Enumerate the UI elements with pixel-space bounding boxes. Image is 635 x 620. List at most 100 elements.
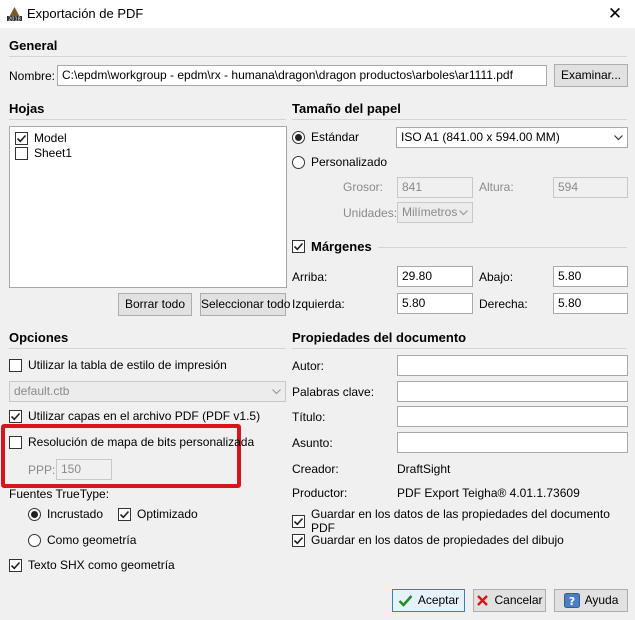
- radio-dot-icon: [31, 510, 38, 518]
- standard-radio-group[interactable]: Estándar: [292, 130, 359, 144]
- geometry-radio[interactable]: [28, 533, 41, 547]
- paper-size-heading: Tamaño del papel: [292, 101, 401, 116]
- title-label: Título:: [292, 410, 326, 424]
- custom-label: Personalizado: [311, 155, 388, 169]
- style-table-toggle[interactable]: Utilizar la tabla de estilo de impresión: [9, 358, 227, 372]
- list-item-label: Model: [34, 131, 67, 145]
- bottom-margin-label: Abajo:: [479, 270, 514, 284]
- highlight-box: [1, 424, 241, 488]
- margins-checkbox[interactable]: [292, 240, 305, 253]
- top-margin-input[interactable]: 29.80: [397, 266, 473, 287]
- custom-radio[interactable]: [292, 155, 305, 169]
- left-margin-input[interactable]: 5.80: [397, 293, 473, 314]
- units-value: Milímetros: [402, 205, 458, 219]
- close-icon[interactable]: ✕: [604, 3, 626, 25]
- svg-text:2018: 2018: [8, 17, 21, 23]
- right-margin-input[interactable]: 5.80: [553, 293, 628, 314]
- bottom-margin-input[interactable]: 5.80: [553, 266, 628, 287]
- keywords-input[interactable]: [397, 381, 628, 402]
- list-item[interactable]: Sheet1: [15, 146, 72, 160]
- browse-button[interactable]: Examinar...: [554, 64, 628, 87]
- divider: [9, 119, 286, 120]
- embedded-radio-group[interactable]: Incrustado: [28, 507, 103, 521]
- help-button[interactable]: ? Ayuda: [554, 589, 628, 612]
- custom-bitmap-toggle[interactable]: Resolución de mapa de bits personalizada: [9, 435, 254, 449]
- sheets-heading: Hojas: [9, 101, 45, 116]
- general-heading: General: [9, 38, 58, 53]
- shx-geometry-label: Texto SHX como geometría: [28, 558, 175, 572]
- name-label: Nombre:: [9, 69, 56, 83]
- author-input[interactable]: [397, 355, 628, 376]
- app-icon: 2018: [6, 5, 23, 23]
- height-label: Altura:: [479, 180, 514, 194]
- divider: [378, 247, 627, 248]
- options-heading: Opciones: [9, 330, 69, 345]
- pdf-layers-toggle[interactable]: Utilizar capas en el archivo PDF (PDF v1…: [9, 409, 260, 423]
- cancel-x-icon: [477, 595, 489, 606]
- optimized-toggle[interactable]: Optimizado: [118, 507, 198, 521]
- pdf-layers-label: Utilizar capas en el archivo PDF (PDF v1…: [28, 409, 261, 423]
- author-label: Autor:: [292, 359, 325, 373]
- style-table-value: default.ctb: [14, 384, 70, 398]
- save-doc-props-checkbox[interactable]: [292, 514, 305, 528]
- style-table-label: Utilizar la tabla de estilo de impresión: [28, 358, 227, 372]
- help-icon: ?: [563, 593, 580, 608]
- creator-label: Creador:: [292, 462, 339, 476]
- checkmark-icon: [398, 595, 413, 607]
- file-name-input[interactable]: C:\epdm\workgroup - epdm\rx - humana\dra…: [57, 65, 547, 86]
- doc-props-heading: Propiedades del documento: [292, 330, 467, 345]
- divider: [292, 348, 627, 349]
- cancel-button[interactable]: Cancelar: [473, 589, 546, 612]
- shx-geometry-toggle[interactable]: Texto SHX como geometría: [9, 558, 175, 572]
- subject-label: Asunto:: [292, 436, 333, 450]
- dpi-input[interactable]: 150: [56, 459, 112, 480]
- units-select[interactable]: Milímetros: [397, 202, 473, 223]
- checkbox-sheet1[interactable]: [15, 146, 28, 160]
- margins-toggle[interactable]: Márgenes: [292, 239, 372, 254]
- subject-input[interactable]: [397, 432, 628, 453]
- clear-all-button[interactable]: Borrar todo: [118, 293, 192, 316]
- radio-dot-icon: [295, 133, 302, 141]
- left-margin-label: Izquierda:: [292, 297, 345, 311]
- save-drawing-props-checkbox[interactable]: [292, 533, 305, 547]
- pdf-layers-checkbox[interactable]: [9, 409, 22, 423]
- units-label: Unidades:: [343, 206, 398, 220]
- custom-bitmap-label: Resolución de mapa de bits personalizada: [28, 435, 255, 449]
- divider: [9, 348, 286, 349]
- style-table-select[interactable]: default.ctb: [9, 381, 286, 402]
- chevron-down-icon[interactable]: [610, 128, 627, 147]
- paper-size-value: ISO A1 (841.00 x 594.00 MM): [401, 130, 560, 144]
- top-margin-label: Arriba:: [292, 270, 328, 284]
- select-all-button[interactable]: Seleccionar todo: [200, 293, 290, 316]
- sheets-list[interactable]: Model Sheet1: [9, 126, 287, 288]
- chevron-down-icon[interactable]: [268, 382, 285, 401]
- width-label: Grosor:: [343, 180, 384, 194]
- dpi-label: PPP:: [28, 463, 56, 477]
- height-input[interactable]: 594: [553, 177, 628, 198]
- width-input[interactable]: 841: [397, 177, 473, 198]
- optimized-checkbox[interactable]: [118, 507, 131, 521]
- custom-radio-group[interactable]: Personalizado: [292, 155, 387, 169]
- title-input[interactable]: [397, 406, 628, 427]
- standard-radio[interactable]: [292, 130, 305, 144]
- standard-label: Estándar: [311, 130, 360, 144]
- right-margin-label: Derecha:: [479, 297, 528, 311]
- save-doc-props-toggle[interactable]: Guardar en los datos de las propiedades …: [292, 507, 635, 535]
- accept-button[interactable]: Aceptar: [392, 589, 465, 612]
- keywords-label: Palabras clave:: [292, 385, 375, 399]
- style-table-checkbox[interactable]: [9, 358, 22, 372]
- chevron-down-icon[interactable]: [455, 203, 472, 222]
- geometry-radio-group[interactable]: Como geometría: [28, 533, 136, 547]
- embedded-radio[interactable]: [28, 507, 41, 521]
- paper-size-select[interactable]: ISO A1 (841.00 x 594.00 MM): [396, 127, 628, 148]
- save-drawing-props-toggle[interactable]: Guardar en los datos de propiedades del …: [292, 533, 564, 547]
- list-item-label: Sheet1: [34, 146, 73, 160]
- creator-value: DraftSight: [397, 462, 451, 476]
- shx-geometry-checkbox[interactable]: [9, 558, 22, 572]
- embedded-label: Incrustado: [47, 507, 104, 521]
- custom-bitmap-checkbox[interactable]: [9, 435, 22, 449]
- checkbox-model[interactable]: [15, 131, 28, 145]
- list-item[interactable]: Model: [15, 131, 67, 145]
- truetype-label: Fuentes TrueType:: [9, 487, 110, 501]
- divider: [9, 56, 627, 57]
